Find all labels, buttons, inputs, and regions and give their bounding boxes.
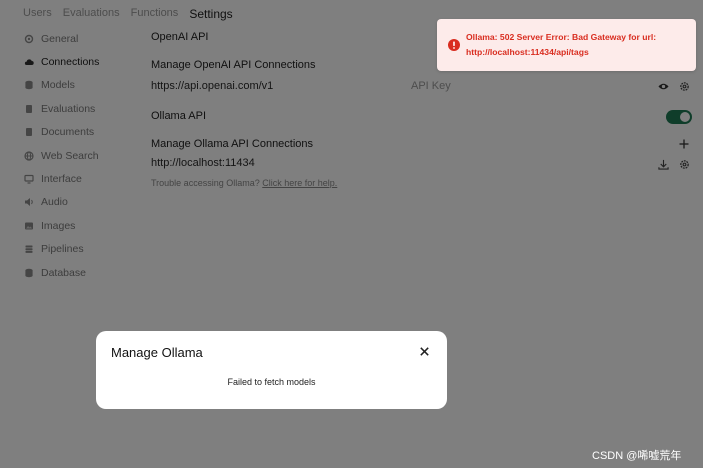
toast-message: Ollama: 502 Server Error: Bad Gateway fo… <box>466 30 656 60</box>
modal-message: Failed to fetch models <box>227 377 316 387</box>
manage-ollama-modal: Manage Ollama Failed to fetch models <box>96 331 447 409</box>
error-icon <box>448 39 460 51</box>
toast-line-1: Ollama: 502 Server Error: Bad Gateway fo… <box>466 32 657 42</box>
modal-title: Manage Ollama <box>111 345 203 360</box>
toast-line-2: http://localhost:11434/api/tags <box>466 47 589 57</box>
watermark: CSDN @唏嘘荒年 <box>592 450 682 462</box>
error-toast[interactable]: Ollama: 502 Server Error: Bad Gateway fo… <box>437 19 696 71</box>
close-icon[interactable] <box>420 347 429 356</box>
